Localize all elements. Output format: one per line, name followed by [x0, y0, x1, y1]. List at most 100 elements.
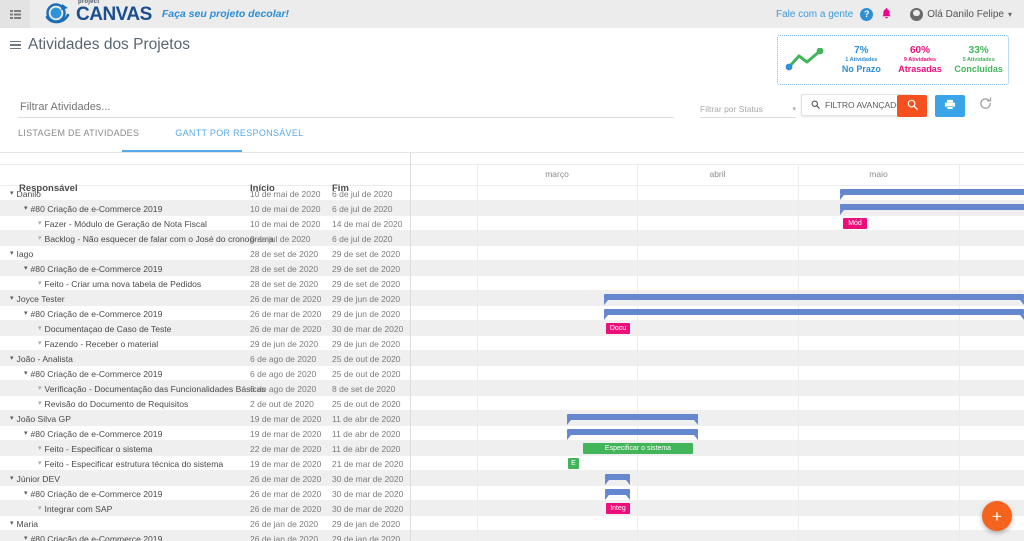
- chevron-down-icon[interactable]: ▾: [24, 430, 28, 437]
- gantt-task-bar[interactable]: Integ: [606, 503, 630, 514]
- hamburger-menu-button[interactable]: [0, 0, 30, 28]
- tab-listagem-de-atividades[interactable]: LISTAGEM DE ATIVIDADES: [18, 128, 161, 148]
- gantt-rows: ▾ Danilo 10 de mai de 2020 6 de jul de 2020…: [0, 186, 1024, 541]
- row-label-text: Feito - Criar uma nova tabela de Pedidos: [44, 278, 202, 289]
- row-label-text: Feito - Especificar o sistema: [44, 443, 153, 454]
- cell-fim: 21 de mar de 2020: [332, 458, 404, 469]
- row-label: ▾ Feito - Criar uma nova tabela de Pedido…: [38, 276, 201, 291]
- chevron-down-icon[interactable]: ▾: [10, 190, 14, 197]
- row-label: ▾ #80 Criação de e-Commerce 2019: [24, 366, 162, 381]
- table-row[interactable]: ▾ Fazer - Módulo de Geração de Nota Fisca…: [0, 216, 1024, 231]
- cell-inicio: 10 de mai de 2020: [250, 188, 321, 199]
- chevron-down-icon[interactable]: ▾: [38, 505, 42, 512]
- chevron-down-icon[interactable]: ▾: [10, 250, 14, 257]
- chevron-down-icon[interactable]: ▾: [10, 415, 14, 422]
- table-row[interactable]: ▾ #80 Criação de e-Commerce 2019 26 de mar…: [0, 486, 1024, 501]
- gantt-summary-bar[interactable]: [604, 309, 1024, 320]
- gantt-task-bar[interactable]: Especificar o sistema: [583, 443, 693, 454]
- table-row[interactable]: ▾ Integrar com SAP 26 de mar de 2020 30 de …: [0, 501, 1024, 516]
- table-row[interactable]: ▾ Joyce Tester 26 de mar de 2020 29 de jun …: [0, 291, 1024, 306]
- chevron-down-icon[interactable]: ▾: [10, 475, 14, 482]
- cell-fim: 30 de mar de 2020: [332, 473, 404, 484]
- gantt-summary-bar[interactable]: [567, 414, 698, 425]
- chevron-down-icon[interactable]: ▾: [10, 355, 14, 362]
- tab-gantt-por-responsavel[interactable]: GANTT POR RESPONSÁVEL: [161, 128, 319, 148]
- chevron-down-icon[interactable]: ▾: [38, 400, 42, 407]
- table-row[interactable]: ▾ Feito - Especificar estrutura técnica d…: [0, 456, 1024, 471]
- chevron-down-icon[interactable]: ▾: [38, 385, 42, 392]
- row-label-text: #80 Criação de e-Commerce 2019: [30, 533, 163, 541]
- kpi-item: 33% 5 Atividades Concluídas: [949, 45, 1008, 76]
- cell-inicio: 6 de ago de 2020: [250, 368, 317, 379]
- contact-link[interactable]: Fale com a gente: [776, 9, 853, 20]
- table-row[interactable]: ▾ Backlog - Não esquecer de falar com o J…: [0, 231, 1024, 246]
- kpi-label: Concluídas: [954, 64, 1003, 75]
- table-row[interactable]: ▾ #80 Criação de e-Commerce 2019 6 de ago …: [0, 366, 1024, 381]
- chevron-down-icon[interactable]: ▾: [24, 205, 28, 212]
- table-row[interactable]: ▾ João Silva GP 19 de mar de 2020 11 de abr…: [0, 411, 1024, 426]
- chevron-down-icon[interactable]: ▾: [38, 340, 42, 347]
- gantt-summary-bar[interactable]: [840, 204, 1024, 215]
- table-row[interactable]: ▾ Revisão do Documento de Requisitos 2 de …: [0, 396, 1024, 411]
- gantt-summary-bar[interactable]: [567, 429, 698, 440]
- trend-chart-icon: [778, 48, 832, 72]
- chevron-down-icon[interactable]: ▾: [24, 265, 28, 272]
- kpi-summary-panel: 7% 1 Atividades No Prazo 60% 9 Atividade…: [777, 35, 1009, 85]
- table-row[interactable]: ▾ Verificação - Documentação das Funciona…: [0, 381, 1024, 396]
- refresh-button[interactable]: [975, 96, 995, 116]
- table-row[interactable]: ▾ Maria 26 de jan de 2020 29 de jan de 2020: [0, 516, 1024, 531]
- chevron-down-icon[interactable]: ▾: [38, 235, 42, 242]
- cell-fim: 25 de out de 2020: [332, 368, 401, 379]
- chevron-down-icon[interactable]: ▾: [24, 370, 28, 377]
- chevron-down-icon[interactable]: ▾: [24, 310, 28, 317]
- chevron-down-icon[interactable]: ▾: [38, 460, 42, 467]
- table-row[interactable]: ▾ #80 Criação de e-Commerce 2019 26 de jan…: [0, 531, 1024, 541]
- brand-logo[interactable]: project CANVAS: [44, 0, 152, 26]
- search-zoom-button[interactable]: [897, 95, 927, 117]
- table-row[interactable]: ▾ Júnior DEV 26 de mar de 2020 30 de mar de…: [0, 471, 1024, 486]
- chevron-down-icon[interactable]: ▾: [38, 280, 42, 287]
- print-button[interactable]: [935, 95, 965, 117]
- table-row[interactable]: ▾ João - Analista 6 de ago de 2020 25 de ou…: [0, 351, 1024, 366]
- help-icon[interactable]: ?: [860, 7, 874, 21]
- user-menu[interactable]: Olá Danilo Felipe ▾: [910, 7, 1012, 21]
- gantt-task-bar[interactable]: Docu: [606, 323, 630, 334]
- chevron-down-icon[interactable]: ▾: [24, 535, 28, 541]
- table-row[interactable]: ▾ Documentaçao de Caso de Teste 26 de mar …: [0, 321, 1024, 336]
- gantt-summary-bar[interactable]: [605, 474, 630, 485]
- table-row[interactable]: ▾ #80 Criação de e-Commerce 2019 28 de set…: [0, 261, 1024, 276]
- chevron-down-icon[interactable]: ▾: [38, 220, 42, 227]
- cell-fim: 6 de jul de 2020: [332, 188, 393, 199]
- gantt-summary-bar[interactable]: [605, 489, 630, 500]
- chevron-down-icon[interactable]: ▾: [38, 445, 42, 452]
- notification-bell-icon[interactable]: [880, 7, 893, 22]
- cell-fim: 29 de jan de 2020: [332, 533, 401, 541]
- table-row[interactable]: ▾ #80 Criação de e-Commerce 2019 10 de mai…: [0, 201, 1024, 216]
- search-input[interactable]: [18, 98, 674, 118]
- gantt-summary-bar[interactable]: [604, 294, 1024, 305]
- chevron-down-icon[interactable]: ▾: [38, 325, 42, 332]
- chevron-down-icon[interactable]: ▾: [10, 295, 14, 302]
- row-label: ▾ Feito - Especificar o sistema: [38, 441, 152, 456]
- gantt-task-bar[interactable]: Mód: [843, 218, 867, 229]
- cell-fim: 29 de set de 2020: [332, 278, 401, 289]
- row-label: ▾ Verificação - Documentação das Funciona…: [38, 381, 266, 396]
- table-row[interactable]: ▾ Feito - Criar uma nova tabela de Pedido…: [0, 276, 1024, 291]
- chevron-down-icon[interactable]: ▾: [10, 520, 14, 527]
- table-row[interactable]: ▾ Iago 28 de set de 2020 29 de set de 2020: [0, 246, 1024, 261]
- table-row[interactable]: ▾ Fazendo - Receber o material 29 de jun d…: [0, 336, 1024, 351]
- kpi-item: 7% 1 Atividades No Prazo: [832, 45, 891, 76]
- gantt-summary-bar[interactable]: [840, 189, 1024, 200]
- chevron-down-icon[interactable]: ▾: [24, 490, 28, 497]
- table-row[interactable]: ▾ #80 Criação de e-Commerce 2019 19 de mar…: [0, 426, 1024, 441]
- row-label: ▾ Fazendo - Receber o material: [38, 336, 158, 351]
- kpi-percent: 7%: [854, 44, 869, 56]
- table-row[interactable]: ▾ Feito - Especificar o sistema 22 de mar …: [0, 441, 1024, 456]
- status-filter-select[interactable]: Filtrar por Status ▾: [700, 100, 796, 118]
- cell-fim: 14 de mai de 2020: [332, 218, 403, 229]
- gantt-task-bar[interactable]: E: [568, 458, 579, 469]
- add-activity-fab[interactable]: +: [982, 501, 1012, 531]
- table-row[interactable]: ▾ #80 Criação de e-Commerce 2019 26 de mar…: [0, 306, 1024, 321]
- cell-inicio: 26 de mar de 2020: [250, 323, 322, 334]
- table-row[interactable]: ▾ Danilo 10 de mai de 2020 6 de jul de 2020: [0, 186, 1024, 201]
